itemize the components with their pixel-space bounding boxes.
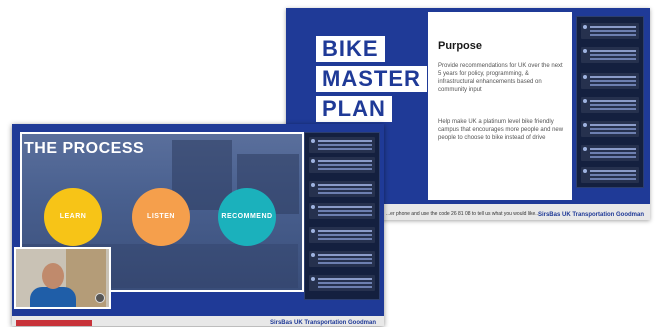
chat-panel[interactable] <box>576 16 644 188</box>
title-word-master: MASTER <box>316 66 427 92</box>
mic-icon[interactable] <box>95 293 105 303</box>
chat-message <box>581 167 639 183</box>
chat-message <box>581 23 639 39</box>
purpose-paragraph-1: Provide recommendations for UK over the … <box>438 63 563 93</box>
chat-message <box>309 157 375 173</box>
chat-message <box>581 121 639 137</box>
chat-message <box>581 97 639 113</box>
step-listen: LISTEN <box>132 188 190 246</box>
chat-message <box>581 47 639 63</box>
title-word-plan: PLAN <box>316 96 392 122</box>
chat-message <box>309 181 375 197</box>
footer-ticker: ...er phone and use the code 26 81 08 to… <box>386 211 540 217</box>
chat-message <box>309 203 375 219</box>
sponsor-logos: SirsBas UK Transportation Goodman <box>537 212 644 218</box>
title-word-bike: BIKE <box>316 36 385 62</box>
slide-footer-bar: SirsBas UK Transportation Goodman <box>12 316 384 326</box>
process-title: THE PROCESS <box>24 140 145 157</box>
chat-message <box>581 145 639 161</box>
presenter-webcam <box>14 247 111 309</box>
presenter-torso <box>30 287 76 307</box>
red-strip <box>16 320 92 326</box>
chat-message <box>309 251 375 267</box>
chat-message <box>309 137 375 153</box>
purpose-heading: Purpose <box>438 40 483 52</box>
purpose-paragraph-2: Help make UK a platinum level bike frien… <box>438 119 564 141</box>
chat-panel[interactable] <box>304 132 380 300</box>
chat-message <box>309 227 375 243</box>
presenter-head <box>42 263 64 289</box>
sponsor-logos: SirsBas UK Transportation Goodman <box>269 320 376 326</box>
chat-message <box>309 275 375 291</box>
step-recommend: RECOMMEND <box>218 188 276 246</box>
chat-message <box>581 73 639 89</box>
step-learn: LEARN <box>44 188 102 246</box>
